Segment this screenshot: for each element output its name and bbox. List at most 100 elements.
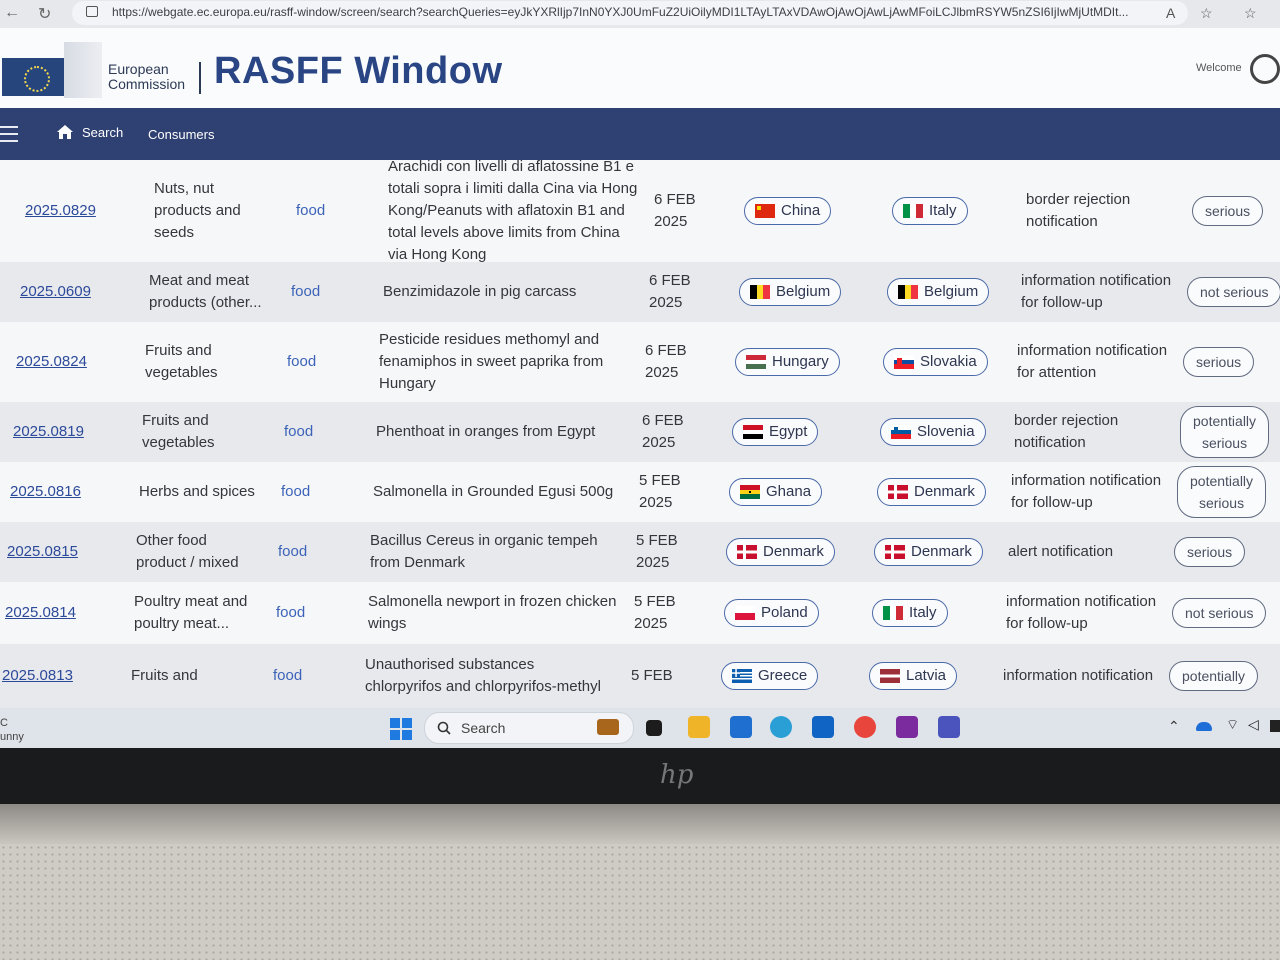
- reference-link[interactable]: 2025.0815: [7, 541, 78, 563]
- menu-icon[interactable]: [0, 126, 18, 147]
- origin-country-pill[interactable]: Greece: [721, 662, 819, 690]
- url-text[interactable]: https://webgate.ec.europa.eu/rasff-windo…: [112, 5, 1162, 19]
- product-type: food: [281, 483, 311, 500]
- product-type: food: [287, 353, 317, 370]
- product-category: Fruits and vegetables: [142, 412, 215, 451]
- laptop-bezel: hp: [0, 748, 1280, 804]
- user-avatar-icon[interactable]: [1250, 54, 1280, 84]
- notifying-country-pill[interactable]: Slovenia: [880, 418, 986, 446]
- origin-country-pill[interactable]: Ghana: [729, 478, 823, 506]
- file-explorer-icon[interactable]: [688, 716, 710, 738]
- lv-flag-icon: [880, 669, 900, 683]
- product-type: food: [278, 543, 308, 560]
- table-row[interactable]: 2025.0814 Poultry meat and poultry meat...…: [0, 582, 1280, 645]
- be-flag-icon: [750, 285, 770, 299]
- subject[interactable]: Bacillus Cereus in organic tempeh from De…: [370, 530, 622, 574]
- org-name: European Commission: [108, 61, 186, 92]
- classification: information notification for follow-up: [1011, 472, 1162, 511]
- notification-date: 5 FEB 2025: [639, 472, 681, 511]
- taskbar-search[interactable]: Search: [424, 712, 634, 744]
- notifying-country-pill[interactable]: Denmark: [877, 478, 986, 506]
- volume-icon[interactable]: ◁: [1248, 716, 1259, 733]
- notifying-country-pill[interactable]: Belgium: [887, 278, 990, 306]
- product-type: food: [284, 423, 314, 440]
- classification: border rejection notification: [1026, 191, 1131, 230]
- chevron-up-icon[interactable]: ⌃: [1168, 718, 1180, 735]
- subject[interactable]: Arachidi con livelli di aflatossine B1 e…: [388, 156, 640, 266]
- read-aloud-icon[interactable]: A: [1166, 5, 1175, 21]
- table-row[interactable]: 2025.0824 Fruits and vegetables food Pestici…: [0, 322, 1280, 403]
- notification-date: 5 FEB 2025: [636, 532, 678, 571]
- subject[interactable]: Benzimidazole in pig carcass: [383, 281, 635, 303]
- wifi-icon[interactable]: ⌔: [1226, 716, 1239, 734]
- subject[interactable]: Salmonella in Grounded Egusi 500g: [373, 481, 625, 503]
- subject[interactable]: Pesticide residues methomyl and fenamipho…: [379, 329, 631, 395]
- lock-icon: [86, 6, 98, 17]
- product-category: Meat and meat products (other...: [149, 272, 262, 311]
- weather-widget[interactable]: C unny: [0, 716, 24, 744]
- table-row[interactable]: 2025.0816 Herbs and spices food Salmonella …: [0, 462, 1280, 523]
- edge-icon[interactable]: [770, 716, 792, 738]
- dk-flag-icon: [885, 545, 905, 559]
- subject[interactable]: Unauthorised substances chlorpyrifos and …: [365, 654, 617, 698]
- subject[interactable]: Salmonella newport in frozen chicken wing…: [368, 591, 620, 635]
- photos-icon[interactable]: [730, 716, 752, 738]
- reference-link[interactable]: 2025.0814: [5, 602, 76, 624]
- chrome-icon[interactable]: [854, 716, 876, 738]
- notifying-country-pill[interactable]: Slovakia: [883, 348, 988, 376]
- notifying-country-pill[interactable]: Italy: [872, 599, 948, 627]
- reference-link[interactable]: 2025.0816: [10, 481, 81, 503]
- classification: information notification for follow-up: [1006, 593, 1157, 632]
- onedrive-icon[interactable]: [1196, 722, 1212, 731]
- notification-date: 6 FEB 2025: [654, 191, 696, 230]
- classification: information notification for follow-up: [1021, 272, 1172, 311]
- origin-country-pill[interactable]: Poland: [724, 599, 819, 627]
- nav-consumers-link[interactable]: Consumers: [148, 127, 214, 142]
- product-type: food: [273, 667, 303, 684]
- origin-country-pill[interactable]: Egypt: [732, 418, 819, 446]
- task-view-icon[interactable]: [646, 720, 662, 736]
- reload-icon[interactable]: ↻: [38, 4, 51, 24]
- table-row[interactable]: 2025.0609 Meat and meat products (other...…: [0, 262, 1280, 323]
- table-row[interactable]: 2025.0813 Fruits and food Unauthorised subs…: [0, 644, 1280, 708]
- teams-icon[interactable]: [938, 716, 960, 738]
- table-row[interactable]: 2025.0829 Nuts, nut products and seeds food A…: [0, 158, 1280, 263]
- gh-flag-icon: [740, 485, 760, 499]
- windows-start-icon[interactable]: [390, 718, 412, 740]
- reference-link[interactable]: 2025.0829: [25, 200, 96, 222]
- product-type: food: [296, 202, 326, 219]
- pl-flag-icon: [735, 606, 755, 620]
- product-category: Fruits and vegetables: [145, 342, 218, 381]
- notification-date: 6 FEB 2025: [645, 342, 687, 381]
- outlook-icon[interactable]: [812, 716, 834, 738]
- notifying-country-pill[interactable]: Denmark: [874, 538, 983, 566]
- origin-country-pill[interactable]: Denmark: [726, 538, 835, 566]
- reference-link[interactable]: 2025.0609: [20, 281, 91, 303]
- dk-flag-icon: [737, 545, 757, 559]
- origin-country-pill[interactable]: Hungary: [735, 348, 840, 376]
- onenote-icon[interactable]: [896, 716, 918, 738]
- back-icon[interactable]: ←: [4, 4, 20, 22]
- reference-link[interactable]: 2025.0819: [13, 421, 84, 443]
- subject[interactable]: Phenthoat in oranges from Egypt: [376, 421, 628, 443]
- dk-flag-icon: [888, 485, 908, 499]
- nav-search-link[interactable]: Search: [56, 124, 123, 140]
- favorites-bar-icon[interactable]: ☆: [1244, 5, 1257, 22]
- battery-icon[interactable]: [1270, 720, 1280, 732]
- briefcase-icon: [597, 719, 619, 735]
- address-bar[interactable]: https://webgate.ec.europa.eu/rasff-windo…: [72, 1, 1188, 25]
- reference-link[interactable]: 2025.0813: [2, 665, 73, 687]
- favorite-icon[interactable]: ☆: [1200, 5, 1213, 22]
- table-row[interactable]: 2025.0819 Fruits and vegetables food Phentho…: [0, 402, 1280, 463]
- table-row[interactable]: 2025.0815 Other food product / mixed food Ba…: [0, 522, 1280, 583]
- laptop-speaker-grille: [0, 844, 1280, 960]
- product-category: Nuts, nut products and seeds: [154, 180, 241, 241]
- notification-date: 5 FEB: [631, 667, 673, 684]
- notifying-country-pill[interactable]: Italy: [892, 197, 968, 225]
- origin-country-pill[interactable]: China: [744, 197, 832, 225]
- classification: alert notification: [1008, 543, 1114, 560]
- origin-country-pill[interactable]: Belgium: [739, 278, 842, 306]
- app-title[interactable]: RASFF Window: [214, 50, 503, 93]
- notifying-country-pill[interactable]: Latvia: [869, 662, 958, 690]
- reference-link[interactable]: 2025.0824: [16, 351, 87, 373]
